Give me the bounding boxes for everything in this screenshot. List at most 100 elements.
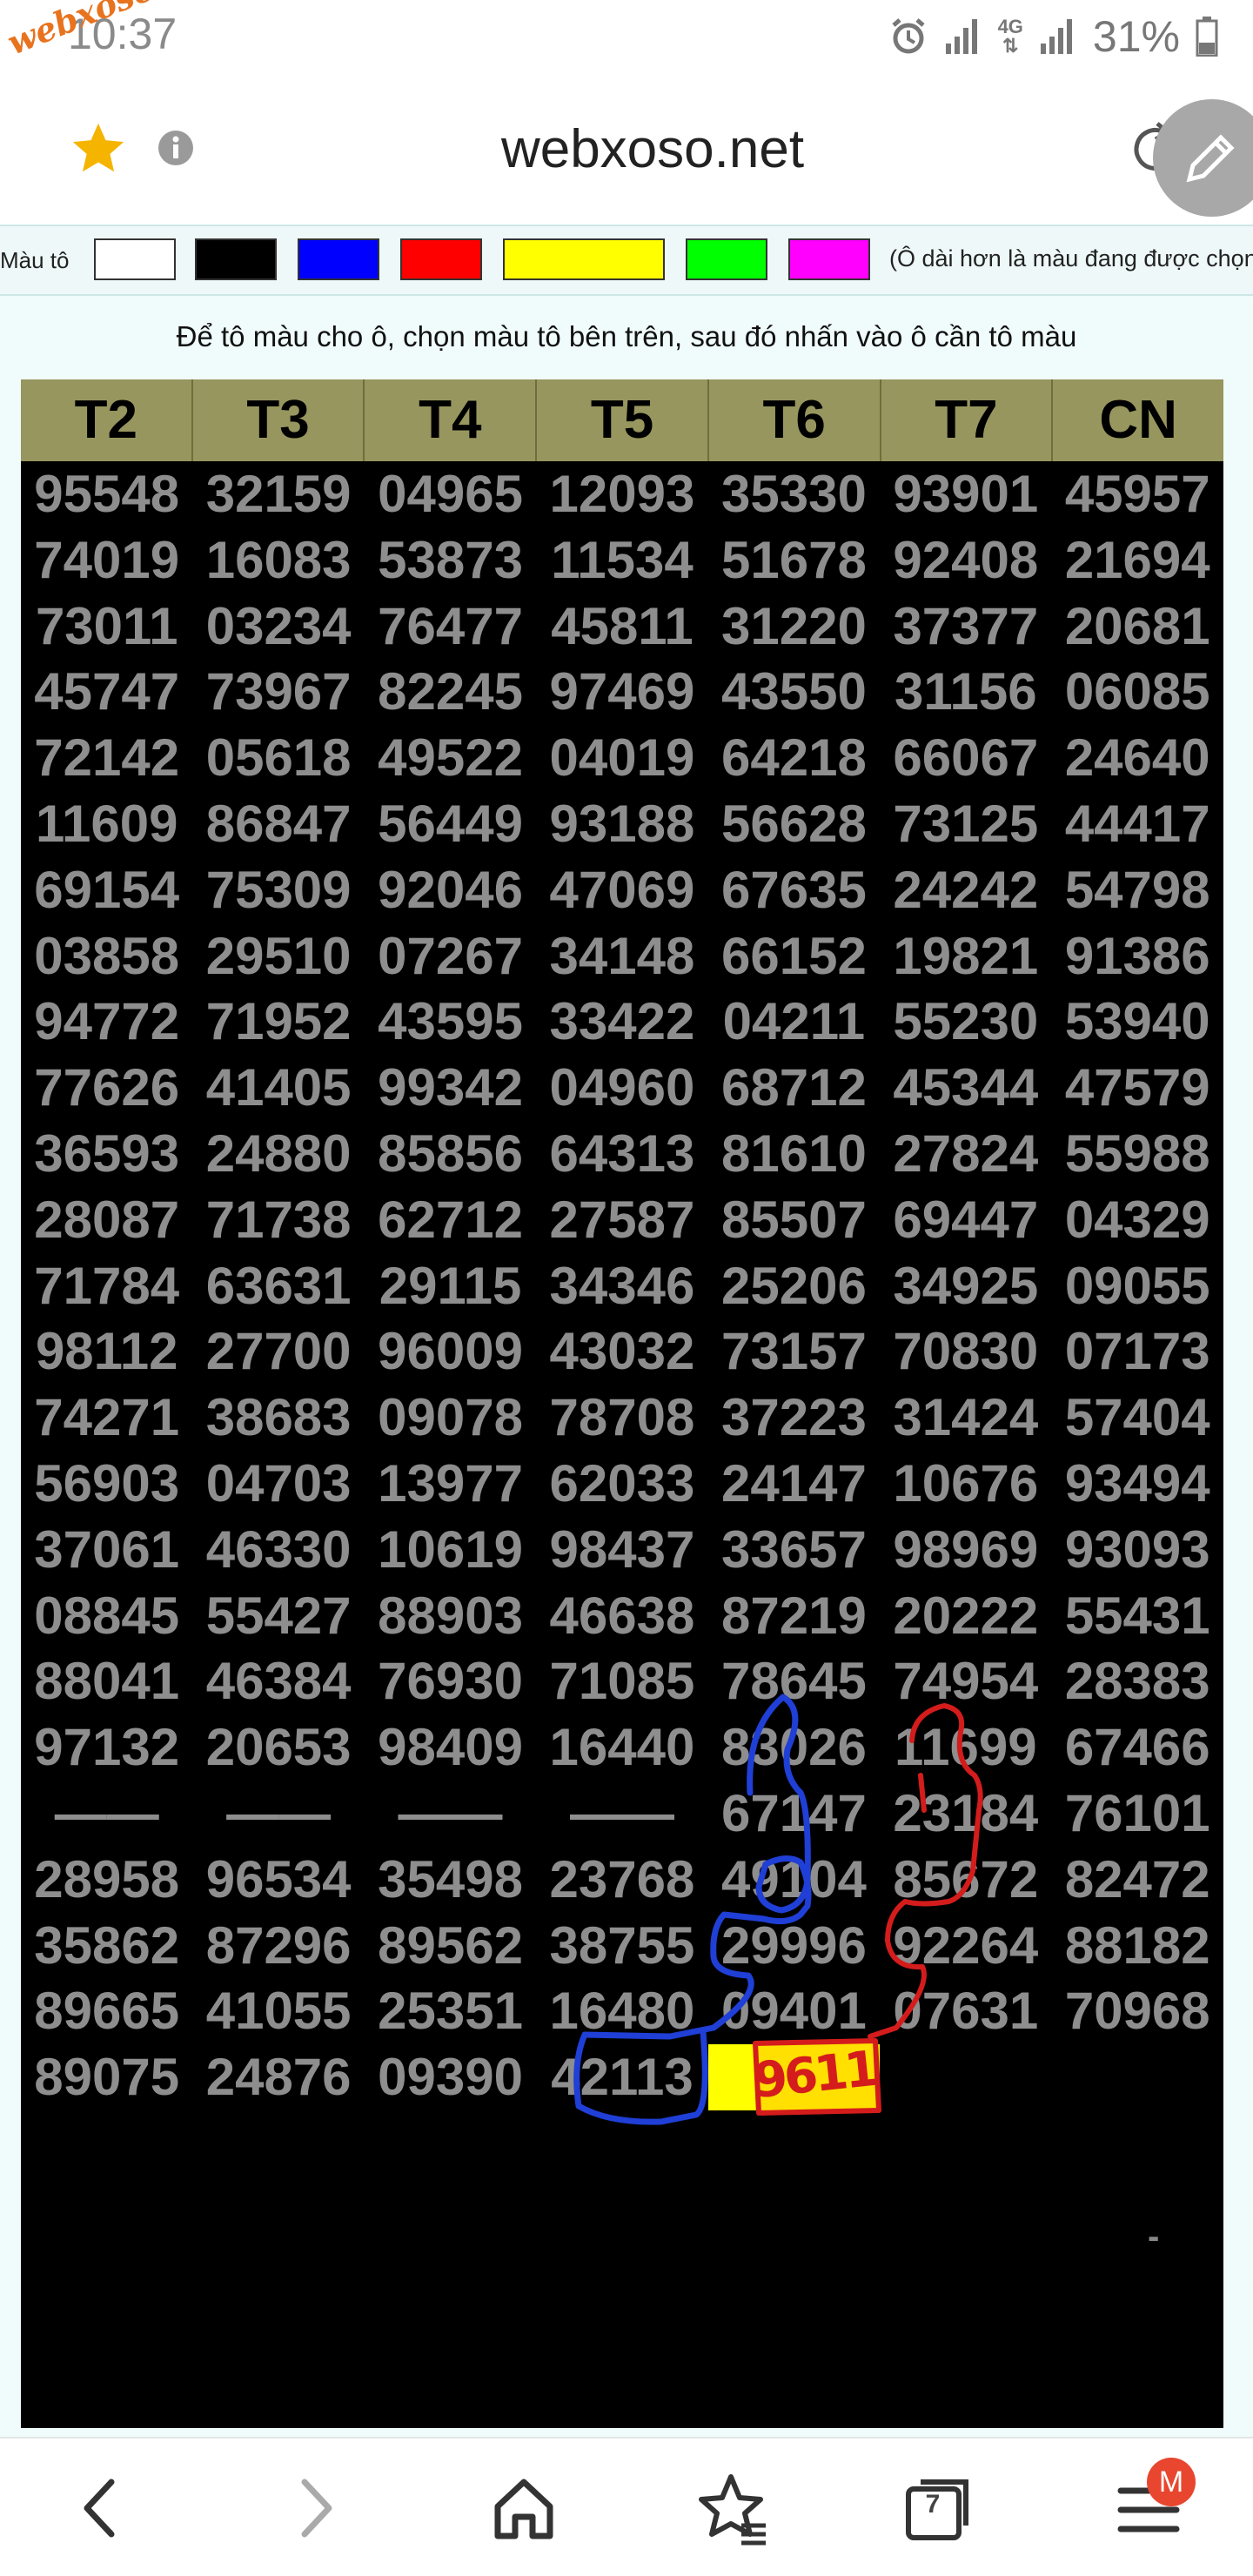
table-cell[interactable]: 24876 (192, 2044, 364, 2110)
table-cell[interactable]: 92046 (365, 857, 536, 923)
table-cell[interactable]: 81610 (708, 1121, 880, 1187)
table-cell[interactable]: 44417 (1052, 791, 1223, 857)
table-cell[interactable]: 77626 (21, 1055, 192, 1121)
table-cell[interactable]: 34925 (880, 1253, 1051, 1319)
table-cell[interactable]: 98409 (365, 1714, 536, 1781)
table-cell[interactable]: 67147 (708, 1781, 880, 1847)
table-cell[interactable]: 07631 (880, 1978, 1051, 2044)
swatch-magenta[interactable] (788, 238, 870, 280)
table-cell[interactable]: 57404 (1052, 1385, 1223, 1451)
table-cell[interactable]: 27824 (880, 1121, 1051, 1187)
table-cell[interactable]: 71085 (536, 1648, 707, 1714)
table-cell[interactable]: 93093 (1052, 1517, 1223, 1583)
swatch-white[interactable] (94, 238, 176, 280)
table-cell[interactable]: 87219 (708, 1583, 880, 1649)
table-cell[interactable]: 45344 (880, 1055, 1051, 1121)
table-cell[interactable]: 35498 (365, 1847, 536, 1913)
table-cell[interactable]: 96009 (365, 1318, 536, 1385)
home-icon[interactable] (480, 2465, 567, 2552)
table-cell[interactable]: 31220 (708, 594, 880, 660)
table-cell[interactable]: 76477 (365, 594, 536, 660)
table-cell[interactable]: 46384 (192, 1648, 364, 1714)
table-cell[interactable]: 72142 (21, 725, 192, 791)
table-cell[interactable]: 27700 (192, 1318, 364, 1385)
table-cell[interactable]: 73011 (21, 594, 192, 660)
table-cell[interactable]: 98112 (21, 1318, 192, 1385)
url-text[interactable]: webxoso.net (0, 118, 1253, 180)
table-cell[interactable]: 28383 (1052, 1648, 1223, 1714)
table-cell[interactable]: 16083 (192, 527, 364, 594)
table-cell[interactable]: 37061 (21, 1517, 192, 1583)
table-cell[interactable]: 55431 (1052, 1583, 1223, 1649)
swatch-black[interactable] (195, 238, 277, 280)
table-cell[interactable]: 42113 (536, 2044, 707, 2110)
table-cell[interactable]: 64218 (708, 725, 880, 791)
table-cell[interactable]: 47579 (1052, 1055, 1223, 1121)
table-cell[interactable]: 78645 (708, 1648, 880, 1714)
table-cell[interactable]: 11609 (21, 791, 192, 857)
table-cell[interactable]: 93494 (1052, 1451, 1223, 1517)
table-cell[interactable]: 82472 (1052, 1847, 1223, 1913)
table-cell[interactable]: 32159 (192, 461, 364, 527)
table-cell[interactable]: 97132 (21, 1714, 192, 1781)
table-cell[interactable]: 23184 (880, 1781, 1051, 1847)
table-cell[interactable]: 46638 (536, 1583, 707, 1649)
table-cell[interactable]: 86847 (192, 791, 364, 857)
table-cell[interactable]: 05618 (192, 725, 364, 791)
table-cell[interactable]: 91386 (1052, 923, 1223, 989)
table-cell[interactable]: 74271 (21, 1385, 192, 1451)
table-cell[interactable]: 29510 (192, 923, 364, 989)
table-cell[interactable]: 16480 (536, 1978, 707, 2044)
table-cell[interactable]: 95548 (21, 461, 192, 527)
table-cell[interactable]: 20681 (1052, 594, 1223, 660)
table-cell[interactable]: 56903 (21, 1451, 192, 1517)
table-cell[interactable]: 71738 (192, 1187, 364, 1253)
table-cell[interactable]: 85507 (708, 1187, 880, 1253)
table-cell[interactable]: 28087 (21, 1187, 192, 1253)
swatch-red[interactable] (400, 238, 482, 280)
table-cell[interactable]: 53873 (365, 527, 536, 594)
table-cell[interactable]: 74019 (21, 527, 192, 594)
table-cell[interactable]: 87296 (192, 1913, 364, 1979)
table-cell[interactable]: 29996 (708, 1913, 880, 1979)
table-cell[interactable]: 76101 (1052, 1781, 1223, 1847)
table-cell[interactable]: 09401 (708, 1978, 880, 2044)
table-cell[interactable]: 76930 (365, 1648, 536, 1714)
table-cell[interactable]: 29115 (365, 1253, 536, 1319)
table-cell[interactable]: 74954 (880, 1648, 1051, 1714)
table-cell[interactable]: 19821 (880, 923, 1051, 989)
table-cell[interactable]: 10619 (365, 1517, 536, 1583)
table-cell[interactable]: 66067 (880, 725, 1051, 791)
table-cell[interactable]: 20653 (192, 1714, 364, 1781)
table-cell[interactable]: 04703 (192, 1451, 364, 1517)
table-cell[interactable]: 88041 (21, 1648, 192, 1714)
table-cell[interactable]: 11534 (536, 527, 707, 594)
table-cell[interactable]: 45747 (21, 659, 192, 725)
table-cell[interactable]: 99342 (365, 1055, 536, 1121)
table-cell[interactable]: 08845 (21, 1583, 192, 1649)
table-cell[interactable]: 46330 (192, 1517, 364, 1583)
table-cell[interactable]: 09078 (365, 1385, 536, 1451)
table-cell[interactable]: 89075 (21, 2044, 192, 2110)
table-cell[interactable]: 56628 (708, 791, 880, 857)
table-cell[interactable]: 07173 (1052, 1318, 1223, 1385)
table-cell[interactable]: 03234 (192, 594, 364, 660)
table-cell[interactable]: 41405 (192, 1055, 364, 1121)
table-cell[interactable]: 94772 (21, 989, 192, 1055)
table-cell[interactable]: 55988 (1052, 1121, 1223, 1187)
forward-icon[interactable] (270, 2465, 357, 2552)
table-cell[interactable]: 62033 (536, 1451, 707, 1517)
swatch-yellow[interactable] (503, 238, 665, 280)
table-cell[interactable]: 70830 (880, 1318, 1051, 1385)
table-cell[interactable]: 04211 (708, 989, 880, 1055)
table-cell[interactable]: 06085 (1052, 659, 1223, 725)
table-cell[interactable]: 43595 (365, 989, 536, 1055)
table-cell[interactable]: 25206 (708, 1253, 880, 1319)
table-cell[interactable]: 34346 (536, 1253, 707, 1319)
table-cell[interactable]: 67466 (1052, 1714, 1223, 1781)
table-cell[interactable]: 63631 (192, 1253, 364, 1319)
table-cell[interactable]: 27587 (536, 1187, 707, 1253)
table-cell[interactable]: 69447 (880, 1187, 1051, 1253)
table-cell[interactable]: 66152 (708, 923, 880, 989)
table-cell[interactable]: 88903 (365, 1583, 536, 1649)
